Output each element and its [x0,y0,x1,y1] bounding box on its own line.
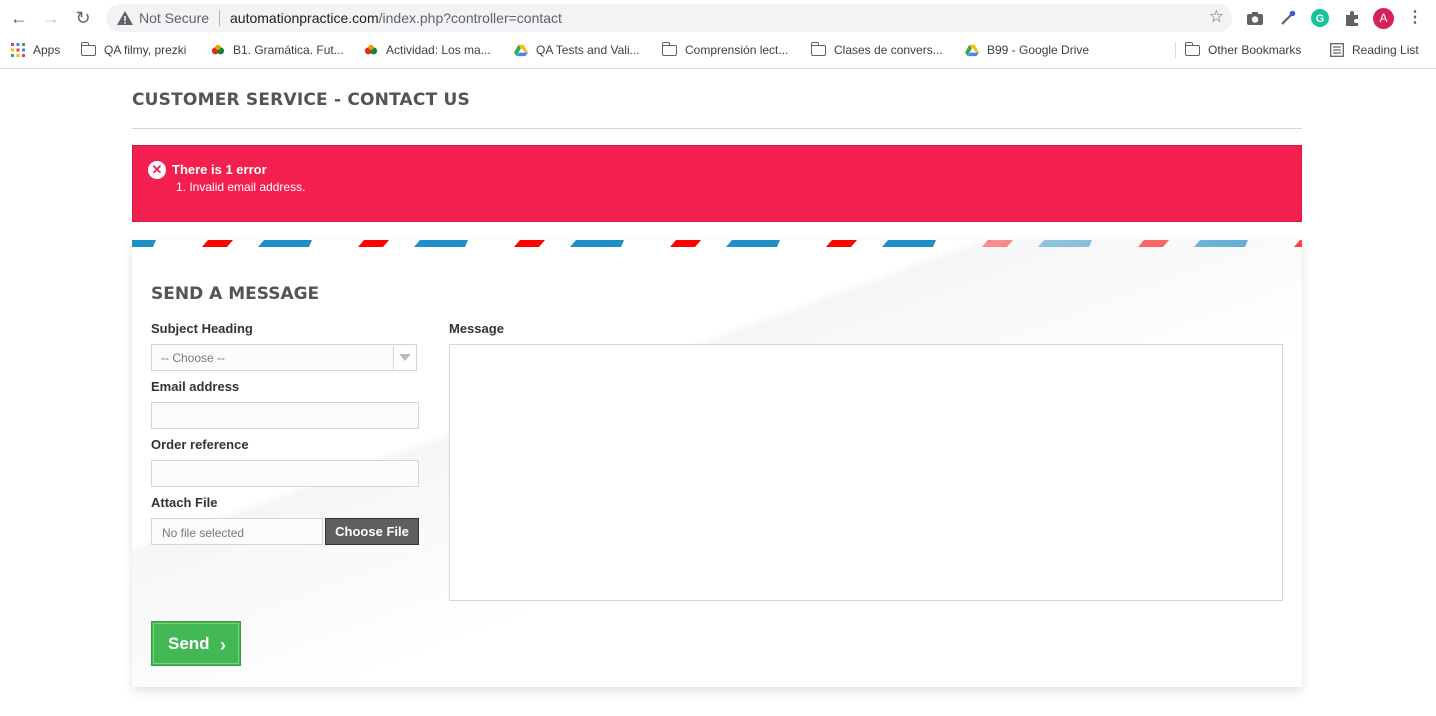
bookmark-label: QA filmy, prezki [104,43,187,57]
folder-icon [1184,41,1200,56]
site-favicon-icon [211,44,225,55]
bookmark-clases[interactable]: Clases de convers... [810,41,943,59]
contact-form-card: SEND A MESSAGE Subject Heading -- Choose… [132,240,1302,687]
error-message: 1. Invalid email address. [176,180,306,194]
forward-icon[interactable]: → [40,7,62,29]
folder-icon [661,41,677,56]
profile-avatar[interactable]: A [1373,8,1394,29]
security-label[interactable]: Not Secure [139,10,209,26]
browser-chrome: ← → ↻ Not Secure automationpractice.com/… [0,0,1436,69]
back-icon[interactable]: ← [8,7,30,29]
bookmark-actividad[interactable]: Actividad: Los ma... [364,41,491,59]
choose-file-button[interactable]: Choose File [325,518,419,545]
reading-list[interactable]: Reading List [1330,41,1419,59]
error-title: There is 1 error [172,162,267,177]
folder-icon [810,41,826,56]
bookmark-comprension[interactable]: Comprensión lect... [661,41,789,59]
folder-icon [80,41,96,56]
other-bookmarks-label: Other Bookmarks [1208,43,1302,57]
eyedropper-icon[interactable] [1278,8,1298,28]
send-button[interactable]: Send › [151,621,241,666]
order-reference-label: Order reference [151,437,249,452]
order-reference-input[interactable] [151,460,419,487]
bookmark-label: Actividad: Los ma... [386,43,491,57]
message-textarea[interactable] [449,344,1283,601]
subject-label: Subject Heading [151,321,253,336]
url-path: /index.php?controller=contact [378,10,562,26]
warning-icon[interactable] [116,9,134,27]
subject-selected-value: -- Choose -- [161,351,226,365]
extensions-puzzle-icon[interactable] [1342,8,1362,28]
error-close-icon: ✕ [148,161,166,179]
file-name-display[interactable]: No file selected [151,518,323,545]
airmail-stripe [132,240,1302,247]
bookmark-qa-filmy[interactable]: QA filmy, prezki [80,41,187,59]
reading-list-icon [1330,43,1344,57]
url-host: automationpractice.com [230,10,379,26]
error-alert: ✕ There is 1 error 1. Invalid email addr… [132,145,1302,222]
url-text[interactable]: automationpractice.com/index.php?control… [230,10,562,26]
address-bar[interactable]: Not Secure automationpractice.com/index.… [106,4,1232,32]
reload-icon[interactable]: ↻ [72,7,94,29]
send-label: Send [168,634,210,653]
chevron-down-icon[interactable] [393,346,415,369]
bookmarks-divider [1175,42,1176,58]
site-favicon-icon [364,44,378,55]
bookmark-label: Clases de convers... [834,43,943,57]
send-button-inner[interactable]: Send › [153,623,239,664]
omnibox-divider [219,10,220,26]
page-title: CUSTOMER SERVICE - CONTACT US [132,90,470,110]
bookmark-b1-gramatica[interactable]: B1. Gramática. Fut... [211,41,344,59]
google-drive-icon [965,44,979,57]
email-label: Email address [151,379,240,394]
message-label: Message [449,321,504,336]
camera-icon[interactable] [1245,8,1265,28]
bookmark-b99[interactable]: B99 - Google Drive [965,41,1089,59]
chevron-right-icon: › [220,635,226,655]
bookmark-qa-tests[interactable]: QA Tests and Vali... [514,41,640,59]
bookmarks-bar: Apps QA filmy, prezki B1. Gramática. Fut… [0,36,1436,64]
apps-grid-icon [11,43,25,57]
form-title: SEND A MESSAGE [151,284,320,304]
menu-kebab-icon[interactable]: ⋮ [1404,7,1426,29]
svg-text:G: G [1316,13,1325,25]
bookmark-star-icon[interactable]: ☆ [1209,7,1224,27]
subject-select[interactable]: -- Choose -- [151,344,417,371]
bookmark-label: B99 - Google Drive [987,43,1090,57]
heading-divider [132,128,1302,129]
bookmark-apps[interactable]: Apps [11,41,60,59]
google-drive-icon [514,44,528,57]
other-bookmarks[interactable]: Other Bookmarks [1184,41,1302,59]
browser-toolbar: ← → ↻ Not Secure automationpractice.com/… [0,0,1436,36]
bookmark-label: Apps [33,43,61,57]
bookmark-label: B1. Gramática. Fut... [233,43,344,57]
email-input[interactable] [151,402,419,429]
bookmark-label: QA Tests and Vali... [536,43,640,57]
bookmark-label: Comprensión lect... [685,43,789,57]
attach-file-label: Attach File [151,495,218,510]
grammarly-icon[interactable]: G [1310,8,1330,28]
reading-list-label: Reading List [1352,43,1419,57]
